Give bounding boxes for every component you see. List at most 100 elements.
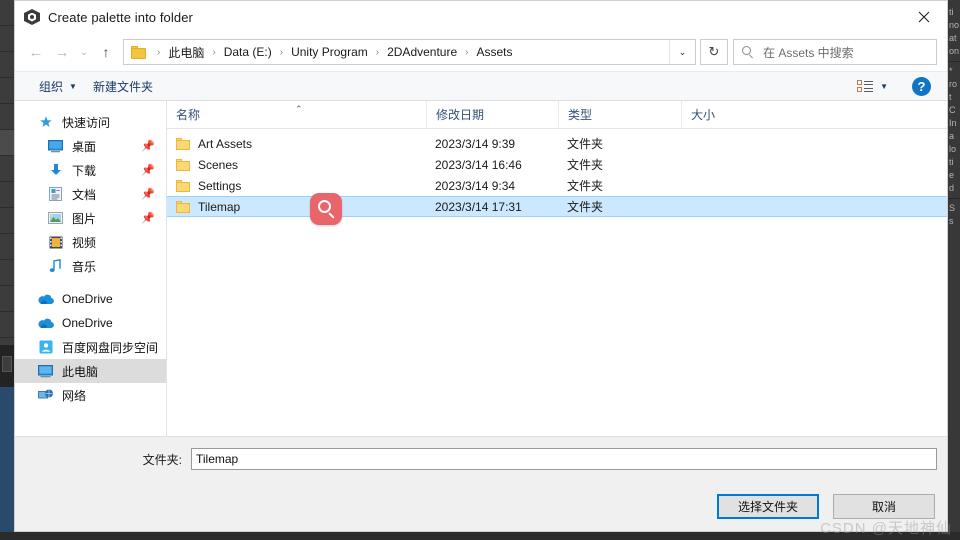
background-text-line: d [949,183,955,193]
column-header-label: 修改日期 [436,108,485,122]
background-strip-row [0,234,14,260]
desktop-icon [47,139,64,153]
background-divider [948,61,960,62]
background-bottom-bar [0,532,960,540]
breadcrumb: › 此电脑 › Data (E:) › Unity Program › 2DAd… [152,44,669,61]
baidu-netdisk-icon [37,340,54,354]
breadcrumb-item-2[interactable]: Unity Program [288,45,371,59]
organize-button[interactable]: 组织 ▼ [31,72,85,100]
navigation-pane: 快速访问 桌面 📌 下载 📌 文档 📌 图片 📌 视频 音乐 OneDrive … [15,101,167,436]
file-type-cell: 文件夹 [567,158,604,172]
file-name-label: Tilemap [198,199,241,214]
file-name-cell: Scenes [167,158,426,172]
search-icon [742,45,755,59]
column-header-type[interactable]: 类型 [558,101,681,128]
column-header-label: 类型 [568,108,593,122]
nav-group-header-quick-access[interactable]: 快速访问 [15,110,166,134]
select-folder-button[interactable]: 选择文件夹 [717,493,819,519]
forward-icon[interactable]: → [49,39,75,65]
pin-icon[interactable]: 📌 [141,188,155,201]
breadcrumb-address-field[interactable]: › 此电脑 › Data (E:) › Unity Program › 2DAd… [123,39,696,65]
folder-picker-dialog: Create palette into folder ← → ⌄ ↑ › 此电脑… [14,0,948,532]
background-divider [948,198,960,199]
sidebar-item-label: OneDrive [62,316,113,330]
table-row[interactable]: Art Assets 2023/3/14 9:39 文件夹 [167,133,947,154]
breadcrumb-item-0[interactable]: 此电脑 [165,44,207,61]
sidebar-item-videos[interactable]: 视频 [15,230,166,254]
sidebar-item-music[interactable]: 音乐 [15,254,166,278]
sidebar-item-network[interactable]: 网络 [15,383,166,407]
breadcrumb-separator: › [212,46,216,58]
new-folder-button[interactable]: 新建文件夹 [85,72,161,100]
cancel-button[interactable]: 取消 [833,493,935,519]
this-pc-icon [37,364,54,378]
sidebar-item-label: OneDrive [62,292,113,306]
file-date-cell: 2023/3/14 17:31 [435,199,522,214]
sidebar-item-downloads[interactable]: 下载 📌 [15,158,166,182]
file-list-pane: ⌃ 名称 修改日期 类型 大小 Art Assets 2023/3/14 9:3… [167,101,947,436]
column-header-name[interactable]: ⌃ 名称 [167,101,426,128]
folder-icon [176,137,190,150]
command-bar: 组织 ▼ 新建文件夹 ▼ ? [15,71,947,101]
pin-icon[interactable]: 📌 [141,164,155,177]
background-text-line: s [949,216,954,226]
background-strip-row [0,182,14,208]
breadcrumb-item-3[interactable]: 2DAdventure [384,45,460,59]
downloads-icon [47,163,64,177]
file-type-cell: 文件夹 [567,200,604,214]
file-date-cell: 2023/3/14 9:34 [435,178,516,193]
pin-icon[interactable]: 📌 [141,140,155,153]
table-row[interactable]: Settings 2023/3/14 9:34 文件夹 [167,175,947,196]
organize-label: 组织 [39,79,64,94]
breadcrumb-item-4[interactable]: Assets [473,45,515,59]
sidebar-item-this-pc[interactable]: 此电脑 [15,359,166,383]
breadcrumb-separator: › [157,46,161,58]
file-name-label: Art Assets [198,136,253,151]
dialog-button-row: 选择文件夹 取消 [15,481,947,531]
nav-group-header-label: 快速访问 [62,115,111,130]
background-text-line: no [949,20,960,30]
background-text-line: ti [949,7,954,17]
column-header-size[interactable]: 大小 [681,101,767,128]
breadcrumb-separator: › [375,46,380,58]
sidebar-item-onedrive-2[interactable]: OneDrive [15,311,166,335]
window-title: Create palette into folder [48,9,193,25]
table-row[interactable]: Scenes 2023/3/14 16:46 文件夹 [167,154,947,175]
back-icon[interactable]: ← [23,39,49,65]
up-icon[interactable]: ↑ [93,39,119,65]
sidebar-item-baidu-netdisk[interactable]: 百度网盘同步空间 [15,335,166,359]
background-strip-row [0,78,14,104]
background-strip-row [0,312,14,338]
refresh-icon[interactable]: ↻ [700,39,728,65]
chevron-down-icon: ▼ [880,81,888,91]
folder-name-input[interactable]: Tilemap [191,448,937,470]
view-layout-icon [857,79,874,93]
sidebar-item-onedrive-1[interactable]: OneDrive [15,287,166,311]
help-icon[interactable]: ? [912,76,931,96]
dialog-body: 快速访问 桌面 📌 下载 📌 文档 📌 图片 📌 视频 音乐 OneDrive … [15,101,947,436]
recent-locations-chevron-down-icon[interactable]: ⌄ [75,39,93,65]
sort-ascending-icon: ⌃ [295,104,303,114]
chevron-down-icon: ▼ [69,81,77,91]
onedrive-cloud-icon [37,294,54,305]
sidebar-item-desktop[interactable]: 桌面 📌 [15,134,166,158]
search-input[interactable]: 在 Assets 中搜索 [733,39,937,65]
sidebar-item-pictures[interactable]: 图片 📌 [15,206,166,230]
change-view-button[interactable]: ▼ [853,79,892,93]
documents-icon [47,187,64,201]
sidebar-item-label: 网络 [62,388,87,403]
file-type-cell: 文件夹 [567,179,604,193]
pin-icon[interactable]: 📌 [141,212,155,225]
table-row[interactable]: Tilemap 2023/3/14 17:31 文件夹 [167,196,947,217]
magnifier-badge-icon [310,193,342,225]
column-header-date[interactable]: 修改日期 [426,101,558,128]
close-icon[interactable] [901,1,947,33]
background-strip-row [0,104,14,130]
background-text-line: on [949,46,960,56]
background-left-blue-panel [0,387,14,540]
address-chevron-down-icon[interactable]: ⌄ [669,40,695,64]
background-text-line: ti [949,157,954,167]
onedrive-cloud-icon [37,318,54,329]
sidebar-item-documents[interactable]: 文档 📌 [15,182,166,206]
breadcrumb-item-1[interactable]: Data (E:) [221,45,275,59]
